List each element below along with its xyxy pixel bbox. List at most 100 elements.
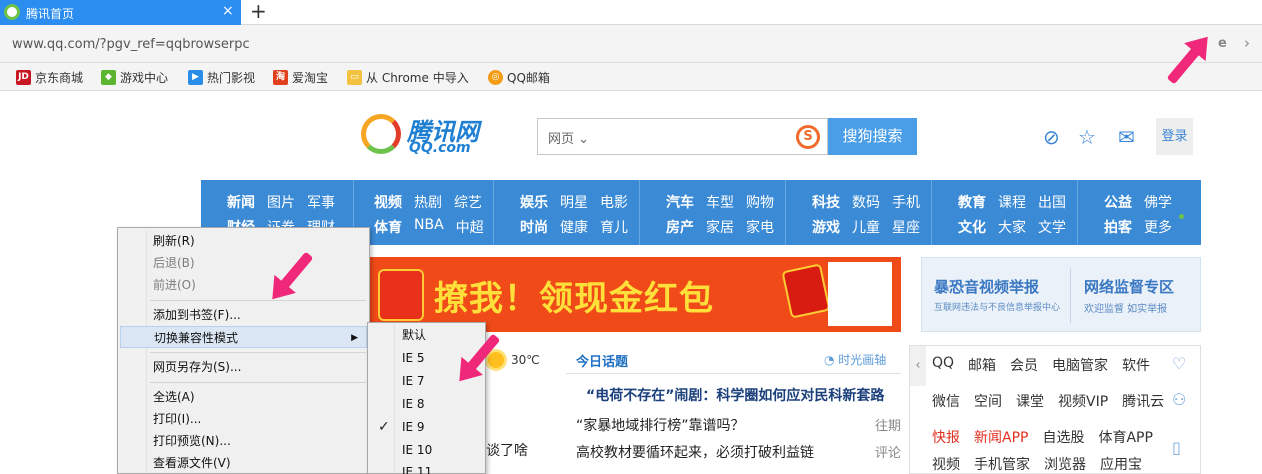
nav-link[interactable]: 视频 bbox=[374, 192, 402, 212]
nav-link[interactable]: 图片 bbox=[267, 192, 295, 212]
service-link[interactable]: 应用宝 bbox=[1100, 454, 1142, 474]
menu-item-print-preview[interactable]: 打印预览(N)... bbox=[120, 430, 367, 452]
report-panel[interactable]: 暴恐音视频举报 互联网违法与不良信息举报中心 网络监督专区 欢迎监督 如实举报 bbox=[921, 257, 1201, 332]
nav-link[interactable]: 购物 bbox=[746, 192, 774, 212]
nav-link[interactable]: 家居 bbox=[706, 217, 734, 237]
nav-link[interactable]: 明星 bbox=[560, 192, 588, 212]
nav-link[interactable]: 健康 bbox=[560, 217, 588, 237]
menu-item-add-bookmark[interactable]: 添加到书签(F)... bbox=[120, 304, 367, 326]
service-link[interactable]: QQ bbox=[932, 355, 954, 375]
menu-item-view-source[interactable]: 查看源文件(V) bbox=[120, 452, 367, 474]
menu-item-print[interactable]: 打印(I)... bbox=[120, 408, 367, 430]
nav-link[interactable]: 儿童 bbox=[852, 217, 880, 237]
report-title-1[interactable]: 暴恐音视频举报 bbox=[934, 276, 1039, 297]
nav-link[interactable]: 体育 bbox=[374, 217, 402, 237]
nav-link[interactable]: 军事 bbox=[307, 192, 335, 212]
menu-item-save-as[interactable]: 网页另存为(S)... bbox=[120, 356, 367, 378]
nav-link[interactable]: 中超 bbox=[456, 217, 484, 237]
service-link[interactable]: 邮箱 bbox=[968, 355, 996, 375]
heart-icon[interactable]: ♡ bbox=[1172, 354, 1186, 373]
nav-link[interactable]: 科技 bbox=[812, 192, 840, 212]
menu-item-forward[interactable]: 前进(O) bbox=[120, 274, 367, 296]
tab-active[interactable]: 腾讯首页 × bbox=[0, 0, 241, 25]
service-link[interactable]: 腾讯云 bbox=[1122, 391, 1164, 411]
weather-temp[interactable]: 30℃ bbox=[511, 353, 540, 367]
report-title-2[interactable]: 网络监督专区 bbox=[1084, 276, 1174, 297]
star-icon[interactable]: ☆ bbox=[1078, 125, 1096, 149]
bookmark-games[interactable]: ◆ 游戏中心 bbox=[101, 68, 168, 86]
nav-link[interactable]: 手机 bbox=[892, 192, 920, 212]
nav-link[interactable]: 教育 bbox=[958, 192, 986, 212]
nav-link[interactable]: 新闻 bbox=[227, 192, 255, 212]
nav-link[interactable]: 文学 bbox=[1038, 217, 1066, 237]
menu-item-compat-mode[interactable]: 切换兼容性模式 ▶ bbox=[120, 326, 367, 348]
list-item[interactable]: 高校教材要循环起来，必须打破利益链 评论 bbox=[576, 442, 901, 462]
nav-link[interactable]: 电影 bbox=[600, 192, 628, 212]
compat-option[interactable]: IE 11 bbox=[370, 462, 483, 474]
compat-option[interactable]: 默认 bbox=[370, 324, 483, 347]
nav-link[interactable]: 房产 bbox=[666, 217, 694, 237]
ie-compat-icon[interactable]: e bbox=[1218, 36, 1227, 51]
user-icon[interactable]: ⚇ bbox=[1172, 390, 1186, 409]
menu-item-select-all[interactable]: 全选(A) bbox=[120, 386, 367, 408]
nav-link[interactable]: 更多 bbox=[1144, 217, 1172, 237]
nav-link[interactable]: 游戏 bbox=[812, 217, 840, 237]
service-link[interactable]: 微信 bbox=[932, 391, 960, 411]
service-link[interactable]: 视频 bbox=[932, 454, 960, 474]
service-link[interactable]: 空间 bbox=[974, 391, 1002, 411]
bookmark-jd[interactable]: JD 京东商城 bbox=[16, 68, 83, 86]
qq-logo[interactable]: 腾讯网 QQ.com bbox=[361, 112, 501, 158]
nav-link[interactable]: 大家 bbox=[998, 217, 1026, 237]
service-link[interactable]: 新闻APP bbox=[974, 427, 1028, 447]
nav-link[interactable]: 汽车 bbox=[666, 192, 694, 212]
search-input[interactable]: 网页 ⌄ S bbox=[537, 118, 828, 155]
service-link[interactable]: 浏览器 bbox=[1044, 454, 1086, 474]
news-fragment[interactable]: 谈了啥 bbox=[486, 440, 528, 460]
nav-link[interactable]: 佛学 bbox=[1144, 192, 1172, 212]
service-link[interactable]: 手机管家 bbox=[974, 454, 1030, 474]
timeline-link[interactable]: ◔ 时光画轴 bbox=[824, 351, 886, 368]
bookmark-import-chrome[interactable]: ▭ 从 Chrome 中导入 bbox=[347, 68, 469, 86]
close-icon[interactable]: × bbox=[222, 3, 234, 19]
login-button[interactable]: 登录 bbox=[1156, 118, 1193, 155]
mobile-icon[interactable]: ▯ bbox=[1172, 438, 1181, 457]
compat-option[interactable]: IE 10 bbox=[370, 439, 483, 462]
nav-link[interactable]: 出国 bbox=[1038, 192, 1066, 212]
red-envelope-banner[interactable]: 撩我！领现金红包 bbox=[370, 257, 901, 332]
service-link[interactable]: 体育APP bbox=[1098, 427, 1152, 447]
nav-link[interactable]: 星座 bbox=[892, 217, 920, 237]
bookmark-video[interactable]: ▶ 热门影视 bbox=[188, 68, 255, 86]
nav-link[interactable]: 娱乐 bbox=[520, 192, 548, 212]
service-link[interactable]: 自选股 bbox=[1042, 427, 1084, 447]
compat-option-checked[interactable]: ✓ IE 9 bbox=[370, 416, 483, 439]
compat-option[interactable]: IE 8 bbox=[370, 393, 483, 416]
nav-link[interactable]: 课程 bbox=[998, 192, 1026, 212]
chevron-left-icon[interactable]: ‹ bbox=[910, 346, 926, 386]
nav-link[interactable]: 公益 bbox=[1104, 192, 1132, 212]
nav-link[interactable]: 家电 bbox=[746, 217, 774, 237]
nav-link[interactable]: NBA bbox=[414, 217, 444, 237]
search-button[interactable]: 搜狗搜索 bbox=[828, 118, 917, 155]
service-link[interactable]: 电脑管家 bbox=[1052, 355, 1108, 375]
bookmark-taobao[interactable]: 淘 爱淘宝 bbox=[273, 68, 328, 86]
headline-link[interactable]: “电荷不存在”闹剧：科学圈如何应对民科新套路 bbox=[576, 385, 901, 405]
nav-link[interactable]: 车型 bbox=[706, 192, 734, 212]
nav-link[interactable]: 文化 bbox=[958, 217, 986, 237]
mail-icon[interactable]: ✉ bbox=[1118, 125, 1135, 149]
nav-link[interactable]: 热剧 bbox=[414, 192, 442, 212]
service-link[interactable]: 课堂 bbox=[1016, 391, 1044, 411]
nav-link[interactable]: 数码 bbox=[852, 192, 880, 212]
nav-link[interactable]: 时尚 bbox=[520, 217, 548, 237]
search-type-select[interactable]: 网页 ⌄ bbox=[548, 128, 589, 147]
edit-pen-icon[interactable]: ⊘ bbox=[1043, 125, 1060, 149]
service-link[interactable]: 快报 bbox=[932, 427, 960, 447]
chevron-right-icon[interactable]: › bbox=[1244, 34, 1250, 52]
menu-item-refresh[interactable]: 刷新(R) bbox=[120, 230, 367, 252]
nav-link[interactable]: 拍客 bbox=[1104, 217, 1132, 237]
service-link[interactable]: 视频VIP bbox=[1058, 391, 1108, 411]
nav-link[interactable]: 育儿 bbox=[600, 217, 628, 237]
bookmark-qqmail[interactable]: ◎ QQ邮箱 bbox=[488, 68, 550, 86]
nav-link[interactable]: 综艺 bbox=[454, 192, 482, 212]
list-item[interactable]: “家暴地域排行榜”靠谱吗？ 往期 bbox=[576, 415, 901, 435]
service-link[interactable]: 会员 bbox=[1010, 355, 1038, 375]
